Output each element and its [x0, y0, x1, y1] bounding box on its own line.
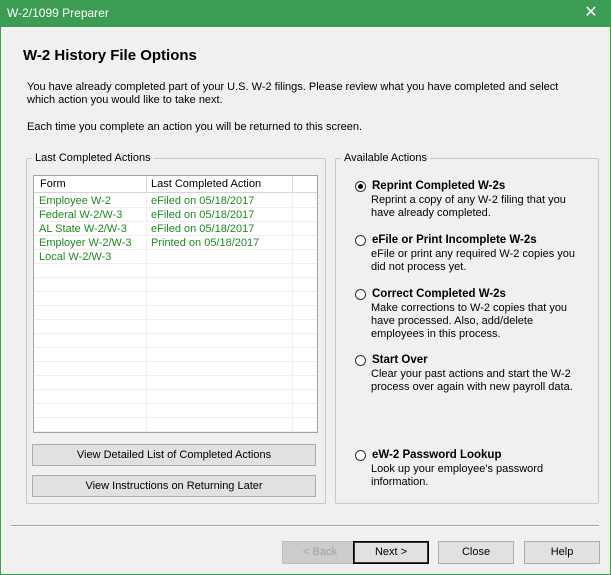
radio-reprint[interactable] — [355, 181, 366, 192]
list-rows: Employee W-2 eFiled on 05/18/2017 Federa… — [34, 194, 317, 264]
list-header: Form Last Completed Action — [34, 176, 317, 193]
row-action: eFiled on 05/18/2017 — [151, 195, 255, 207]
column-header-action[interactable]: Last Completed Action — [151, 178, 261, 190]
column-divider[interactable] — [146, 176, 147, 193]
help-button[interactable]: Help — [524, 541, 600, 564]
next-button[interactable]: Next > — [353, 541, 429, 564]
intro-text-2: Each time you complete an action you wil… — [27, 121, 363, 133]
option-desc: Make corrections to W-2 copies that you … — [371, 302, 568, 340]
option-desc: Reprint a copy of any W-2 filing that yo… — [371, 194, 566, 219]
column-header-form[interactable]: Form — [40, 178, 66, 190]
back-button[interactable]: < Back — [282, 541, 358, 564]
option-desc: Clear your past actions and start the W-… — [371, 368, 573, 393]
group-label: Available Actions — [341, 152, 430, 165]
row-form: Employer W-2/W-3 — [39, 237, 132, 249]
radio-password-lookup[interactable] — [355, 450, 366, 461]
option-desc: Look up your employee's password informa… — [371, 463, 544, 488]
row-form: Local W-2/W-3 — [39, 251, 112, 263]
option-title[interactable]: eFile or Print Incomplete W-2s — [372, 234, 537, 246]
table-row[interactable]: Federal W-2/W-3 eFiled on 05/18/2017 — [34, 208, 317, 222]
view-detailed-list-button[interactable]: View Detailed List of Completed Actions — [32, 444, 316, 466]
option-title[interactable]: Correct Completed W-2s — [372, 288, 506, 300]
radio-start-over[interactable] — [355, 355, 366, 366]
row-form: Employee W-2 — [39, 195, 111, 207]
group-label: Last Completed Actions — [32, 152, 154, 165]
radio-correct[interactable] — [355, 289, 366, 300]
option-title[interactable]: Reprint Completed W-2s — [372, 180, 505, 192]
table-row[interactable]: Employer W-2/W-3 Printed on 05/18/2017 — [34, 236, 317, 250]
footer-divider — [11, 525, 599, 527]
option-desc: eFile or print any required W-2 copies y… — [371, 248, 576, 273]
column-divider[interactable] — [292, 176, 293, 193]
option-title[interactable]: Start Over — [372, 354, 428, 366]
row-action: eFiled on 05/18/2017 — [151, 223, 255, 235]
row-form: AL State W-2/W-3 — [39, 223, 127, 235]
table-row[interactable]: AL State W-2/W-3 eFiled on 05/18/2017 — [34, 222, 317, 236]
intro-text: You have already completed part of your … — [27, 81, 559, 106]
close-button[interactable]: Close — [438, 541, 514, 564]
table-row[interactable]: Local W-2/W-3 — [34, 250, 317, 264]
row-action: eFiled on 05/18/2017 — [151, 209, 255, 221]
option-title[interactable]: eW-2 Password Lookup — [372, 449, 501, 461]
completed-actions-list[interactable]: Form Last Completed Action Employee W-2 … — [33, 175, 318, 433]
radio-efile-print[interactable] — [355, 235, 366, 246]
window-title: W-2/1099 Preparer — [7, 6, 109, 20]
row-form: Federal W-2/W-3 — [39, 209, 123, 221]
row-action: Printed on 05/18/2017 — [151, 237, 260, 249]
page-title: W-2 History File Options — [23, 47, 197, 64]
title-bar: W-2/1099 Preparer ✕ — [0, 0, 611, 27]
view-instructions-button[interactable]: View Instructions on Returning Later — [32, 475, 316, 497]
table-row[interactable]: Employee W-2 eFiled on 05/18/2017 — [34, 194, 317, 208]
close-icon[interactable]: ✕ — [571, 0, 611, 27]
